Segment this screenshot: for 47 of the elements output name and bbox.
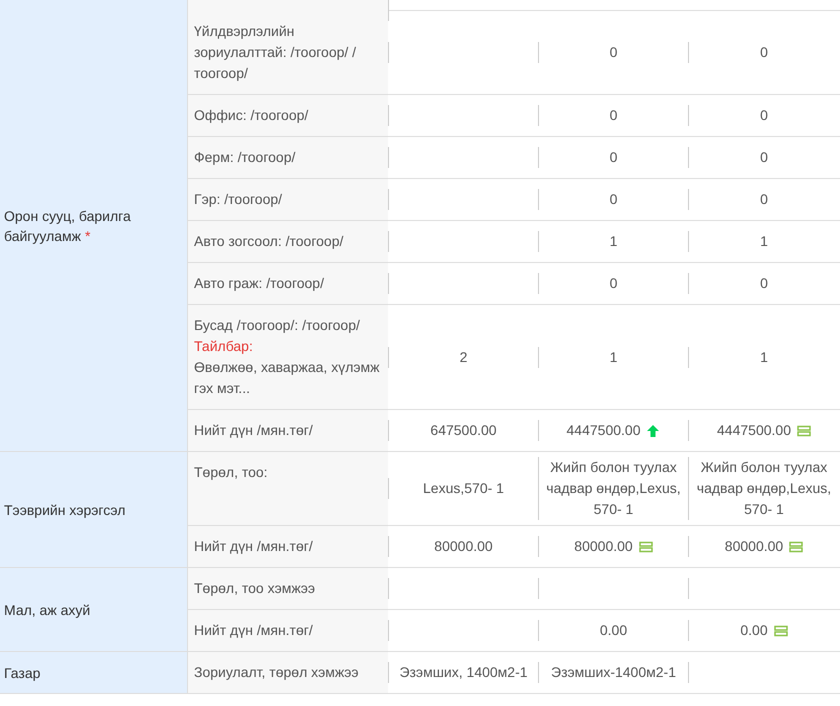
row-label: Төрөл, тоо: bbox=[194, 464, 268, 480]
value-cell-text: Lexus,570- 1 bbox=[423, 479, 504, 498]
value-cell-text: 0 bbox=[760, 43, 768, 62]
value-cell-text: 0 bbox=[610, 190, 618, 209]
category-label: Газар bbox=[4, 664, 40, 682]
row-label: Авто граж: /тоогоор/ bbox=[194, 275, 324, 291]
category-label: Орон сууц, барилга байгууламж * bbox=[4, 206, 132, 246]
value-cell-text: 4447500.00 bbox=[717, 421, 791, 440]
note-label: Тайлбар: bbox=[194, 337, 254, 356]
value-cell-text: 0 bbox=[760, 274, 768, 293]
value-cell-text: Жийп болон туулах чадвар өндөр,Lexus, 570- 1 bbox=[696, 458, 832, 519]
value-cell-text: 0.00 bbox=[740, 621, 768, 640]
row-label: Гэр: /тоогоор/ bbox=[194, 191, 282, 207]
value-cell-text: 647500.00 bbox=[430, 421, 497, 440]
value-cell-text: 80000.00 bbox=[724, 537, 784, 556]
row-label: Ферм: /тоогоор/ bbox=[194, 149, 296, 165]
category-label: Тээврийн хэрэгсэл bbox=[4, 500, 126, 520]
row-label: Авто зогсоол: /тоогоор/ bbox=[194, 233, 344, 249]
value-cell-text: 0 bbox=[760, 148, 768, 167]
value-cell-text: 80000.00 bbox=[434, 537, 493, 556]
value-cell-text: 1 bbox=[760, 348, 768, 366]
value-cell-text: 80000.00 bbox=[574, 537, 633, 556]
value-cell-text: 0 bbox=[610, 43, 618, 62]
row-label: Зориулалт, төрөл хэмжээ bbox=[194, 664, 359, 680]
row-label: Нийт дүн /мян.төг/ bbox=[194, 538, 313, 554]
row-label: Нийт дүн /мян.төг/ bbox=[194, 622, 313, 638]
value-cell-text: Эзэмших, 1400м2-1 bbox=[399, 663, 528, 682]
value-cell-text: 1 bbox=[760, 232, 768, 251]
row-label: Үйлдвэрлэлийн зориулалттай: /тоогоор/ /тоогоор/ bbox=[194, 23, 356, 81]
value-cell-text: 4447500.00 bbox=[566, 421, 640, 440]
value-cell-text: Жийп болон туулах чадвар өндөр,Lexus, 570- 1 bbox=[545, 458, 682, 519]
row-label: Төрөл, тоо хэмжээ bbox=[194, 580, 315, 596]
value-cell-text: 0 bbox=[610, 106, 618, 125]
value-cell-text: 0 bbox=[760, 106, 768, 125]
value-cell-text: 0 bbox=[610, 274, 618, 293]
row-label: Бусад /тоогоор/: /тоогоор/ bbox=[194, 317, 360, 333]
row-label: Оффис: /тоогоор/ bbox=[194, 107, 308, 123]
value-cell-text: 0 bbox=[760, 190, 768, 209]
value-cell-text: 1 bbox=[610, 232, 618, 251]
note-text: Өвөлжөө, хаваржаа, хүлэмж гэх мэт... bbox=[194, 358, 380, 398]
value-cell-text: 0.00 bbox=[600, 621, 628, 640]
value-cell-text: 0 bbox=[610, 148, 618, 167]
value-cell-text: 1 bbox=[610, 348, 618, 366]
value-cell-text: Эзэмших-1400м2-1 bbox=[551, 663, 676, 682]
category-label: Мал, аж ахуй bbox=[4, 600, 90, 620]
value-cell-text: 2 bbox=[460, 348, 468, 366]
row-label: Нийт дүн /мян.төг/ bbox=[194, 422, 313, 438]
